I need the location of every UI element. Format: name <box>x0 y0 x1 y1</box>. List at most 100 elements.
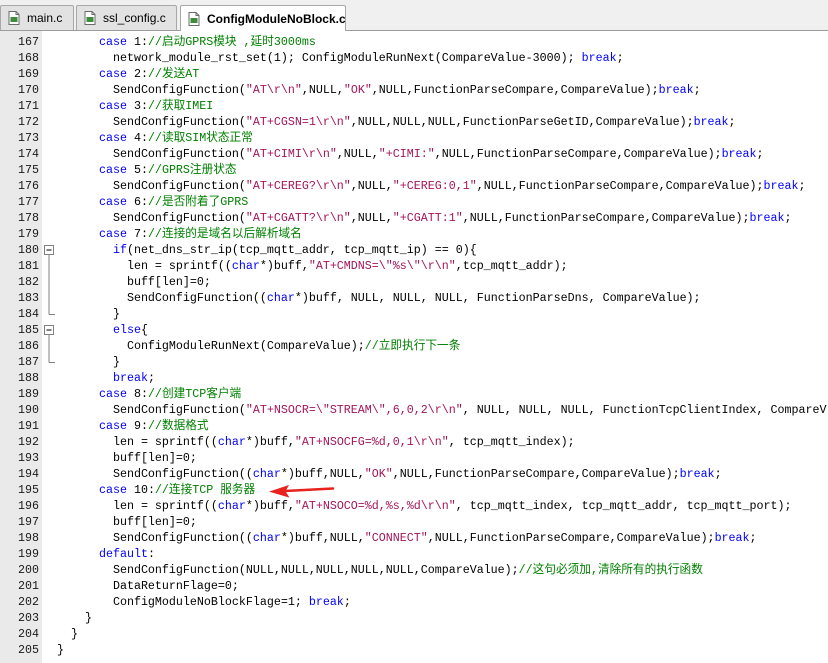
code-line[interactable]: 202 ConfigModuleNoBlockFlage=1; break; <box>0 594 828 610</box>
code-token: //GPRS注册状态 <box>147 163 237 177</box>
code-line[interactable]: 175 case 5://GPRS注册状态 <box>0 162 828 178</box>
code-line[interactable]: 198 SendConfigFunction((char*)buff,NULL,… <box>0 530 828 546</box>
code-text[interactable]: len = sprintf((char*)buff,"AT+CMDNS=\"%s… <box>57 258 568 274</box>
code-line[interactable]: 194 SendConfigFunction((char*)buff,NULL,… <box>0 466 828 482</box>
code-line[interactable]: 170 SendConfigFunction("AT\r\n",NULL,"OK… <box>0 82 828 98</box>
code-text[interactable]: SendConfigFunction("AT+CGATT?\r\n",NULL,… <box>57 210 792 226</box>
code-line[interactable]: 179 case 7://连接的是域名以后解析域名 <box>0 226 828 242</box>
code-text[interactable]: ConfigModuleRunNext(CompareValue);//立即执行… <box>57 338 460 354</box>
code-line[interactable]: 178 SendConfigFunction("AT+CGATT?\r\n",N… <box>0 210 828 226</box>
code-text[interactable]: } <box>57 642 64 658</box>
code-text[interactable]: SendConfigFunction("AT+NSOCR=\"STREAM\",… <box>57 402 827 418</box>
code-text[interactable]: case 9://数据格式 <box>57 418 209 434</box>
code-token: } <box>57 307 120 321</box>
code-text[interactable]: DataReturnFlage=0; <box>57 578 239 594</box>
code-line[interactable]: 203 } <box>0 610 828 626</box>
code-text[interactable]: case 2://发送AT <box>57 66 199 82</box>
line-number: 194 <box>18 467 39 481</box>
code-text[interactable]: case 3://获取IMEI <box>57 98 213 114</box>
tab-main-c[interactable]: main.c <box>0 5 74 30</box>
code-text[interactable]: case 8://创建TCP客户端 <box>57 386 241 402</box>
code-token: ,NULL,NULL,NULL,FunctionParseGetID,Compa… <box>350 115 694 129</box>
code-line[interactable]: 182 buff[len]=0; <box>0 274 828 290</box>
code-text[interactable]: } <box>57 610 92 626</box>
code-text[interactable]: SendConfigFunction((char*)buff,NULL,"CON… <box>57 530 757 546</box>
code-line[interactable]: 183 SendConfigFunction((char*)buff, NULL… <box>0 290 828 306</box>
code-text[interactable]: case 6://是否附着了GPRS <box>57 194 248 210</box>
code-token: break <box>714 531 750 545</box>
code-token: break <box>693 115 729 129</box>
code-text[interactable]: SendConfigFunction("AT\r\n",NULL,"OK",NU… <box>57 82 701 98</box>
code-line[interactable]: 167 case 1://启动GPRS模块 ,延时3000ms <box>0 34 828 50</box>
code-line[interactable]: 181 len = sprintf((char*)buff,"AT+CMDNS=… <box>0 258 828 274</box>
code-line[interactable]: 199 default: <box>0 546 828 562</box>
code-text[interactable]: case 4://读取SIM状态正常 <box>57 130 253 146</box>
code-text[interactable]: } <box>57 354 120 370</box>
tab-ssl-config-c[interactable]: ssl_config.c <box>76 5 177 30</box>
code-line[interactable]: 193 buff[len]=0; <box>0 450 828 466</box>
code-text[interactable]: SendConfigFunction("AT+CGSN=1\r\n",NULL,… <box>57 114 736 130</box>
tab-label: ConfigModuleNoBlock.c <box>207 11 346 26</box>
code-line[interactable]: 171 case 3://获取IMEI <box>0 98 828 114</box>
code-text[interactable]: else{ <box>57 322 148 338</box>
code-area[interactable]: 167 case 1://启动GPRS模块 ,延时3000ms 168 netwo… <box>0 31 828 663</box>
code-line[interactable]: 204 } <box>0 626 828 642</box>
code-token: "AT+CIMI\r\n" <box>245 147 337 161</box>
code-text[interactable]: SendConfigFunction("AT+CIMI\r\n",NULL,"+… <box>57 146 764 162</box>
code-line[interactable]: 200 SendConfigFunction(NULL,NULL,NULL,NU… <box>0 562 828 578</box>
code-line[interactable]: 189 case 8://创建TCP客户端 <box>0 386 828 402</box>
code-text[interactable]: case 5://GPRS注册状态 <box>57 162 237 178</box>
code-line[interactable]: 187 } <box>0 354 828 370</box>
code-line[interactable]: 184 } <box>0 306 828 322</box>
code-text[interactable]: buff[len]=0; <box>57 514 197 530</box>
code-text[interactable]: buff[len]=0; <box>57 450 197 466</box>
code-line[interactable]: 169 case 2://发送AT <box>0 66 828 82</box>
code-editor[interactable]: 167 case 1://启动GPRS模块 ,延时3000ms 168 netwo… <box>0 31 828 663</box>
code-text[interactable]: len = sprintf((char*)buff,"AT+NSOCO=%d,%… <box>57 498 792 514</box>
line-number: 175 <box>18 163 39 177</box>
code-line[interactable]: 173 case 4://读取SIM状态正常 <box>0 130 828 146</box>
code-line[interactable]: 197 buff[len]=0; <box>0 514 828 530</box>
code-line[interactable]: 168 network_module_rst_set(1); ConfigMod… <box>0 50 828 66</box>
code-text[interactable]: network_module_rst_set(1); ConfigModuleR… <box>57 50 624 66</box>
code-line[interactable]: 196 len = sprintf((char*)buff,"AT+NSOCO=… <box>0 498 828 514</box>
code-line[interactable]: 191 case 9://数据格式 <box>0 418 828 434</box>
code-text[interactable]: len = sprintf((char*)buff,"AT+NSOCFG=%d,… <box>57 434 575 450</box>
code-token: case <box>57 131 127 145</box>
fold-collapse-button[interactable] <box>44 325 54 335</box>
code-text[interactable]: buff[len]=0; <box>57 274 211 290</box>
code-text[interactable]: } <box>57 626 78 642</box>
code-text[interactable]: break; <box>57 370 155 386</box>
code-text[interactable]: case 10://连接TCP 服务器 <box>57 482 255 498</box>
code-token: 4: <box>126 131 148 145</box>
code-line[interactable]: 180 if(net_dns_str_ip(tcp_mqtt_addr, tcp… <box>0 242 828 258</box>
tab-configmodulenoblock-c[interactable]: ConfigModuleNoBlock.c <box>180 5 346 31</box>
code-text[interactable]: } <box>57 306 120 322</box>
code-text[interactable]: SendConfigFunction("AT+CEREG?\r\n",NULL,… <box>57 178 806 194</box>
code-line[interactable]: 190 SendConfigFunction("AT+NSOCR=\"STREA… <box>0 402 828 418</box>
code-line[interactable]: 185 else{ <box>0 322 828 338</box>
code-text[interactable]: ConfigModuleNoBlockFlage=1; break; <box>57 594 351 610</box>
code-line[interactable]: 172 SendConfigFunction("AT+CGSN=1\r\n",N… <box>0 114 828 130</box>
code-token: *)buff,NULL, <box>280 531 365 545</box>
fold-collapse-button[interactable] <box>44 245 54 255</box>
code-token: break <box>763 179 799 193</box>
line-number: 205 <box>18 643 39 657</box>
code-text[interactable]: SendConfigFunction(NULL,NULL,NULL,NULL,N… <box>57 562 703 578</box>
code-token: char <box>252 531 281 545</box>
code-text[interactable]: SendConfigFunction((char*)buff, NULL, NU… <box>57 290 701 306</box>
code-line[interactable]: 174 SendConfigFunction("AT+CIMI\r\n",NUL… <box>0 146 828 162</box>
code-line[interactable]: 176 SendConfigFunction("AT+CEREG?\r\n",N… <box>0 178 828 194</box>
code-text[interactable]: case 7://连接的是域名以后解析域名 <box>57 226 302 242</box>
code-line[interactable]: 201 DataReturnFlage=0; <box>0 578 828 594</box>
code-line[interactable]: 192 len = sprintf((char*)buff,"AT+NSOCFG… <box>0 434 828 450</box>
code-text[interactable]: SendConfigFunction((char*)buff,NULL,"OK"… <box>57 466 722 482</box>
code-text[interactable]: default: <box>57 546 155 562</box>
code-line[interactable]: 188 break; <box>0 370 828 386</box>
code-line[interactable]: 195 case 10://连接TCP 服务器 <box>0 482 828 498</box>
code-text[interactable]: case 1://启动GPRS模块 ,延时3000ms <box>57 34 316 50</box>
code-line[interactable]: 205} <box>0 642 828 658</box>
code-text[interactable]: if(net_dns_str_ip(tcp_mqtt_addr, tcp_mqt… <box>57 242 477 258</box>
code-line[interactable]: 186 ConfigModuleRunNext(CompareValue);//… <box>0 338 828 354</box>
code-line[interactable]: 177 case 6://是否附着了GPRS <box>0 194 828 210</box>
